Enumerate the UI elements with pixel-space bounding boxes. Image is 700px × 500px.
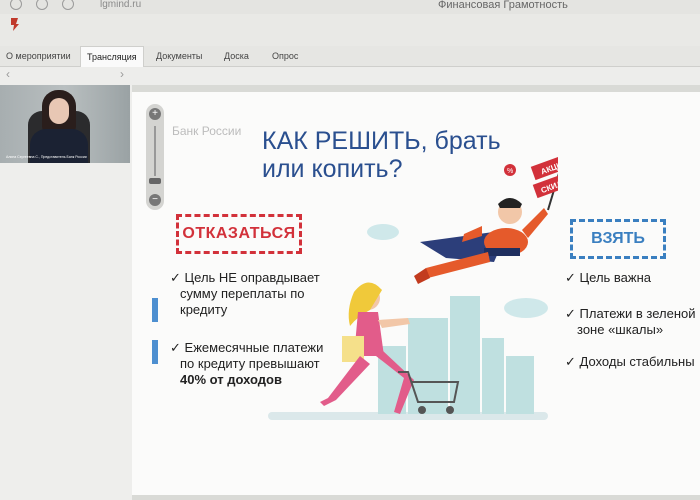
chevron-right-icon[interactable]: › <box>120 67 124 81</box>
app-header <box>0 14 700 48</box>
zoom-track[interactable] <box>154 126 156 176</box>
take-item-line: Платежи в зеленой <box>579 306 696 321</box>
window-control-icon[interactable] <box>36 0 48 10</box>
check-icon: ✓ <box>170 340 181 355</box>
tab-bar: О мероприятии Трансляция Документы Доска… <box>0 46 700 67</box>
zoom-out-icon[interactable]: − <box>149 194 161 206</box>
take-item-line: Цель важна <box>579 270 652 285</box>
zoom-in-icon[interactable]: + <box>149 108 161 120</box>
window-control-icon[interactable] <box>62 0 74 10</box>
chevron-left-icon[interactable]: ‹ <box>6 67 10 81</box>
blue-accent-bar <box>152 298 158 322</box>
tab-broadcast[interactable]: Трансляция <box>80 46 144 67</box>
check-icon: ✓ <box>565 306 576 321</box>
panel-nav-bar: ‹ › <box>0 67 700 85</box>
take-item-line: Доходы стабильны <box>579 354 695 369</box>
take-item: ✓ Доходы стабильны <box>565 354 695 370</box>
tab-board[interactable]: Доска <box>218 46 255 66</box>
check-icon: ✓ <box>170 270 181 285</box>
window-control-icon[interactable] <box>10 0 22 10</box>
take-item: ✓ Платежи в зеленой зоне «шкалы» <box>565 306 695 338</box>
address-bar-url[interactable]: lgmind.ru <box>100 0 141 10</box>
check-icon: ✓ <box>565 354 576 369</box>
take-item: ✓ Цель важна <box>565 270 651 286</box>
percent-badge: % <box>507 168 513 175</box>
speaker-video[interactable]: Алина Сергеевна С., Представитель Банк Р… <box>0 85 130 163</box>
superhero-icon <box>414 198 548 284</box>
window-controls <box>10 0 74 10</box>
bank-logo-text: Банк России <box>172 124 242 138</box>
app-logo-icon <box>11 18 19 31</box>
check-icon: ✓ <box>565 270 576 285</box>
video-caption: Алина Сергеевна С., Представитель Банк Р… <box>6 155 87 159</box>
refuse-item-line: кредиту <box>180 302 228 317</box>
window-title: Финансовая Грамотность <box>438 0 568 11</box>
zoom-control[interactable]: + − <box>146 104 164 210</box>
blue-accent-bar <box>152 340 158 364</box>
browser-top-bar: lgmind.ru Финансовая Грамотность <box>0 0 700 15</box>
zoom-slider-handle[interactable] <box>149 178 161 184</box>
take-box: ВЗЯТЬ <box>570 219 666 259</box>
tab-documents[interactable]: Документы <box>150 46 208 66</box>
speaker-face <box>49 98 69 124</box>
tab-about[interactable]: О мероприятии <box>0 46 77 66</box>
take-item-line: зоне «шкалы» <box>577 322 664 337</box>
tab-poll[interactable]: Опрос <box>266 46 304 66</box>
slide-illustration: АКЦИИ СКИДКИ % <box>268 153 558 420</box>
take-label: ВЗЯТЬ <box>591 230 645 247</box>
